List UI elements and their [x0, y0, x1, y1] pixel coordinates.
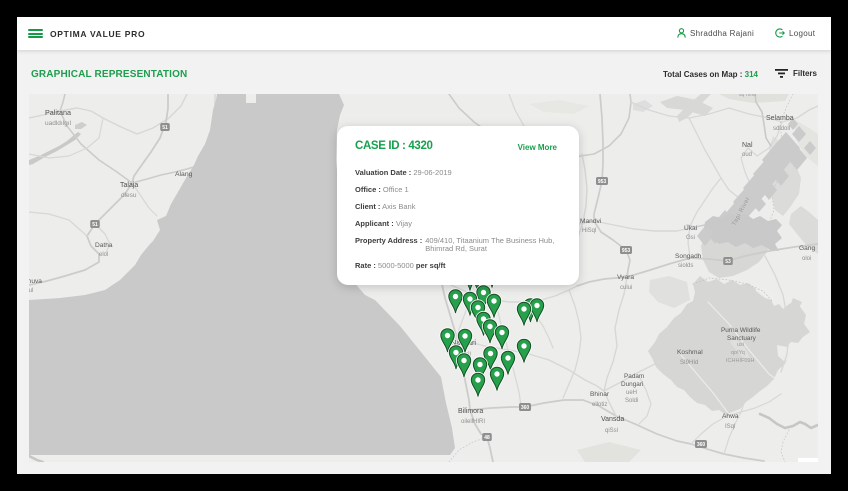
svg-text:Koshmal: Koshmal: [677, 349, 703, 356]
svg-text:oilellHIRI: oilellHIRI: [461, 419, 485, 425]
svg-text:Gsi: Gsi: [686, 235, 695, 241]
svg-text:ueH: ueH: [626, 390, 637, 396]
svg-text:elol: elol: [99, 252, 108, 258]
svg-text:sful: sful: [29, 288, 33, 294]
svg-text:Gang: Gang: [799, 245, 815, 252]
svg-text:ICHHIF09H: ICHHIF09H: [726, 358, 754, 364]
svg-text:953: 953: [598, 179, 607, 185]
svg-text:Bhinar: Bhinar: [590, 391, 610, 398]
svg-text:SI9HId: SI9HId: [680, 360, 698, 366]
svg-text:360: 360: [697, 442, 706, 448]
svg-text:oloi: oloi: [802, 256, 811, 262]
svg-text:51: 51: [92, 222, 98, 228]
svg-text:Soldi: Soldi: [625, 398, 638, 404]
svg-text:sdldoll: sdldoll: [773, 126, 790, 132]
svg-text:ISql: ISql: [725, 424, 735, 430]
svg-text:cului: cului: [620, 285, 632, 291]
svg-text:ellotiz: ellotiz: [592, 402, 607, 408]
svg-text:Talaja: Talaja: [120, 182, 138, 189]
svg-text:Purna Wildlife: Purna Wildlife: [721, 327, 761, 334]
svg-text:Alang: Alang: [175, 171, 193, 178]
svg-text:siolds: siolds: [678, 263, 693, 269]
svg-text:953: 953: [622, 248, 631, 254]
svg-text:dlesu: dlesu: [121, 192, 137, 199]
svg-text:oud: oud: [742, 152, 752, 158]
svg-text:Mandvi: Mandvi: [580, 218, 602, 225]
svg-text:Vansda: Vansda: [601, 416, 624, 423]
svg-text:53: 53: [725, 259, 731, 265]
svg-text:qoIYq: qoIYq: [731, 350, 745, 356]
svg-text:Dungari: Dungari: [621, 381, 643, 388]
svg-text:Nal: Nal: [742, 142, 753, 149]
svg-text:HiSql: HiSql: [582, 228, 596, 234]
svg-text:48: 48: [484, 435, 490, 441]
svg-text:Songadh: Songadh: [675, 253, 702, 260]
svg-text:Vyara: Vyara: [617, 274, 634, 281]
svg-text:Ukai: Ukai: [684, 225, 698, 232]
svg-text:qiSsl: qiSsl: [605, 428, 618, 434]
svg-text:usi: usi: [737, 342, 744, 348]
svg-text:Palitana: Palitana: [45, 108, 71, 117]
svg-text:Selamba: Selamba: [766, 115, 794, 122]
svg-text:sq Hind: sq Hind: [739, 94, 756, 98]
svg-text:Sanctuary: Sanctuary: [727, 335, 757, 342]
svg-text:360: 360: [521, 405, 530, 411]
svg-text:Datha: Datha: [95, 242, 113, 249]
svg-text:Bilimora: Bilimora: [458, 408, 483, 415]
svg-text:Ahwa: Ahwa: [722, 413, 739, 420]
svg-text:uadldılgıl: uadldılgıl: [45, 120, 72, 127]
svg-text:51: 51: [162, 125, 168, 131]
svg-text:Padam: Padam: [624, 373, 644, 380]
svg-text:ahuva: ahuva: [29, 278, 42, 285]
